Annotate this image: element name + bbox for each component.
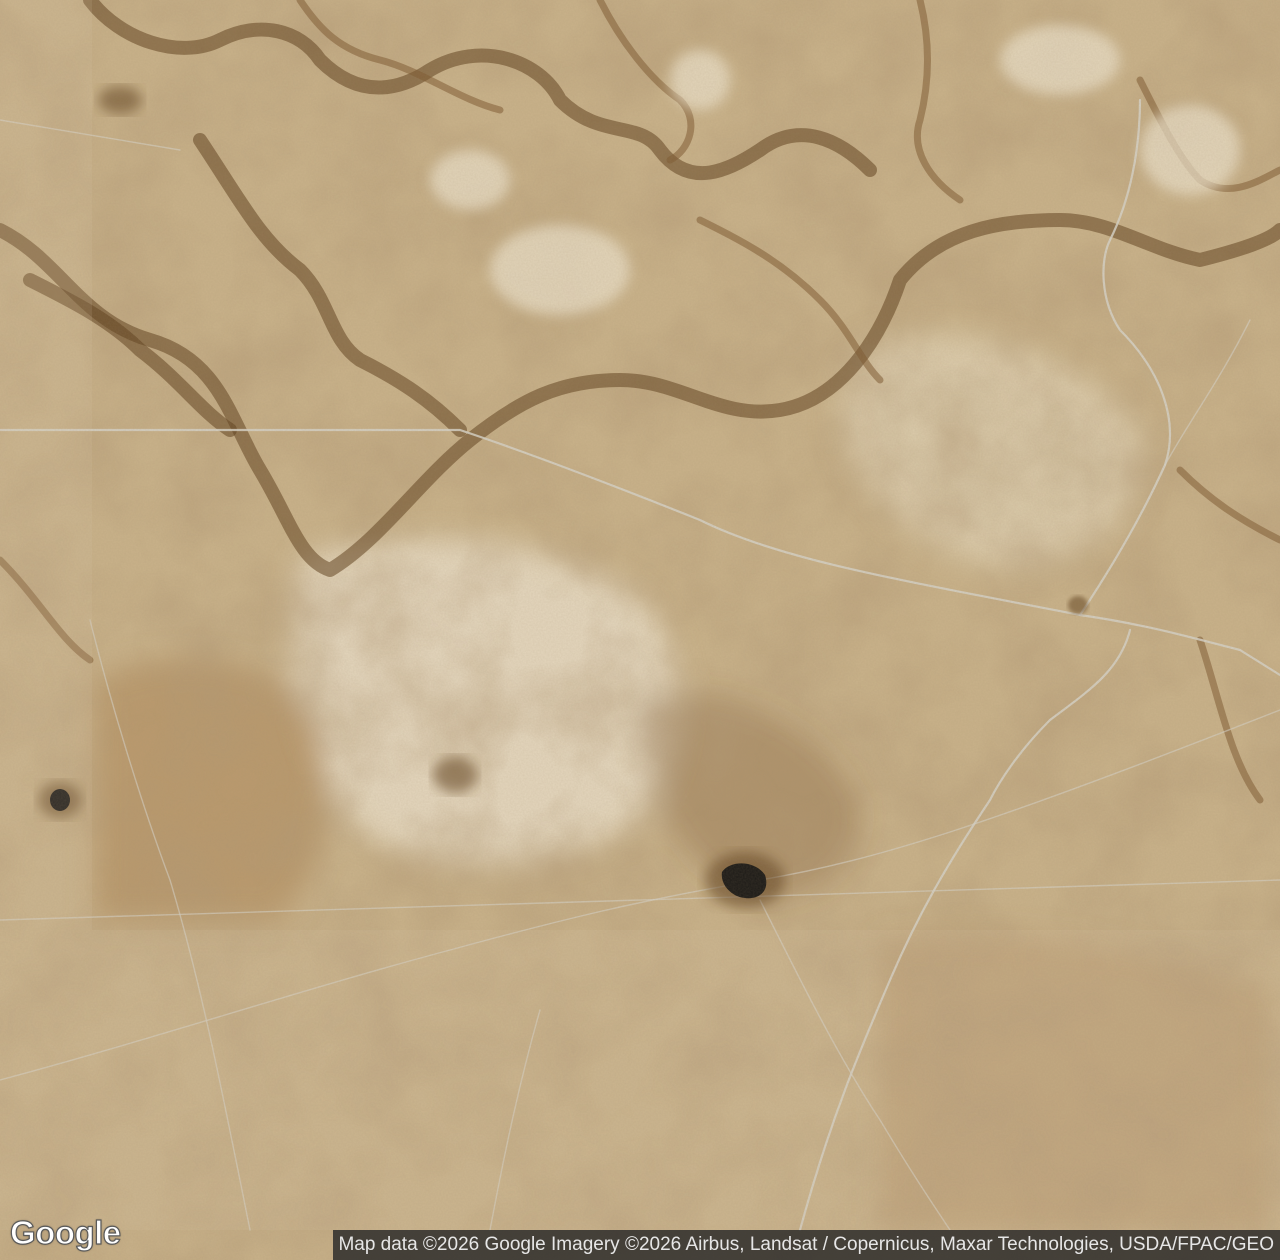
map-view[interactable]: Google Map data ©2026 Google Imagery ©20… (0, 0, 1280, 1260)
map-attribution[interactable]: Map data ©2026 Google Imagery ©2026 Airb… (333, 1230, 1280, 1260)
terrain-grain (0, 0, 1280, 1260)
satellite-imagery[interactable] (0, 0, 1280, 1260)
google-logo: Google (9, 1213, 121, 1251)
